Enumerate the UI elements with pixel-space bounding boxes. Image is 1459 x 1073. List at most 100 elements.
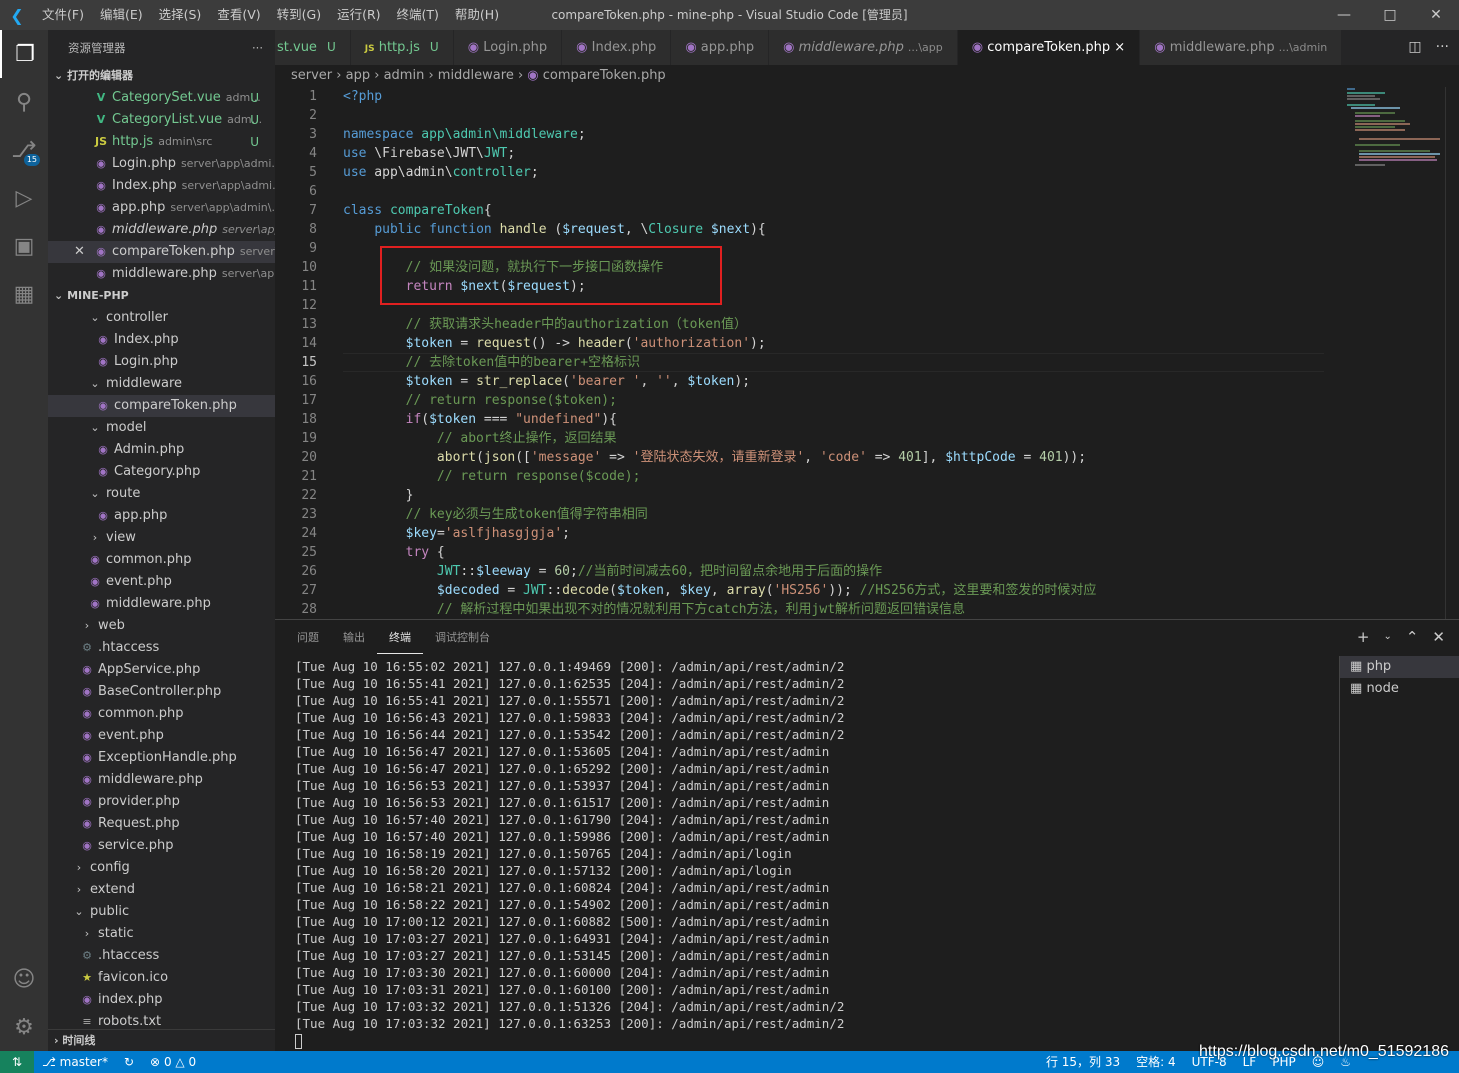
tab-http-js[interactable]: JS http.js U [350, 30, 454, 65]
close-panel-icon[interactable]: ✕ [1432, 628, 1445, 646]
tree-file[interactable]: ◉ Admin.php [48, 439, 275, 461]
indentation[interactable]: 空格: 4 [1128, 1051, 1184, 1073]
code-editor[interactable]: 1 2 3 4 5 6 7 8 9 10 11 12 13 14 15 16 17 18 19 20 21 22 23 24 2… [275, 87, 1459, 619]
tab-comparetoken-php[interactable]: ◉ compareToken.php × [957, 30, 1141, 65]
sync-icon[interactable]: ↻ [116, 1055, 142, 1069]
open-editor-item-active[interactable]: ✕◉ compareToken.php server\... [48, 241, 275, 263]
tree-file[interactable]: ◉ Index.php [48, 329, 275, 351]
tree-folder[interactable]: ⌄ route [48, 483, 275, 505]
split-editor-icon[interactable]: ◫ [1408, 30, 1421, 65]
source-control-icon[interactable]: ⎇ 15 [0, 126, 48, 174]
run-debug-icon[interactable]: ▷ [0, 174, 48, 222]
menu-file[interactable]: 文件(F) [34, 0, 92, 30]
tree-folder[interactable]: ⌄ controller [48, 307, 275, 329]
open-editor-item[interactable]: JS http.js admin\src U [48, 131, 275, 153]
menu-go[interactable]: 转到(G) [269, 0, 329, 30]
tab-debug-console[interactable]: 调试控制台 [423, 620, 502, 656]
tree-file[interactable]: ≡ robots.txt [48, 1011, 275, 1027]
open-editor-item[interactable]: ◉ middleware.php server\app... [48, 263, 275, 285]
new-terminal-icon[interactable]: + [1357, 628, 1370, 646]
extensions-icon[interactable]: ▦ [0, 270, 48, 318]
tree-file[interactable]: ⚙ .htaccess [48, 637, 275, 659]
menu-edit[interactable]: 编辑(E) [92, 0, 151, 30]
tree-folder[interactable]: ⌄ middleware [48, 373, 275, 395]
account-icon[interactable]: ☺ [0, 955, 48, 1003]
tab-middleware-app[interactable]: ◉ middleware.php ...\app [769, 30, 958, 65]
editor-scrollbar[interactable] [1445, 87, 1459, 619]
project-header[interactable]: ⌄ MINE-PHP [48, 285, 275, 307]
search-icon[interactable]: ⚲ [0, 78, 48, 126]
menu-help[interactable]: 帮助(H) [447, 0, 507, 30]
close-icon[interactable]: ✕ [74, 241, 94, 263]
tree-file[interactable]: ◉ middleware.php [48, 769, 275, 791]
terminal-output[interactable]: [Tue Aug 10 16:55:02 2021] 127.0.0.1:494… [295, 658, 844, 1049]
breadcrumb-item[interactable]: app [346, 68, 370, 83]
maximize-icon[interactable]: □ [1367, 0, 1413, 30]
tree-file[interactable]: ◉ event.php [48, 725, 275, 747]
close-tab-icon[interactable]: × [1114, 40, 1125, 55]
tree-folder[interactable]: › web [48, 615, 275, 637]
tree-file[interactable]: ◉ AppService.php [48, 659, 275, 681]
remote-explorer-icon[interactable]: ▣ [0, 222, 48, 270]
tree-folder[interactable]: › view [48, 527, 275, 549]
tree-file[interactable]: ◉ common.php [48, 549, 275, 571]
tab-categorylist-vue[interactable]: st.vue U [275, 30, 351, 65]
minimize-icon[interactable]: — [1321, 0, 1367, 30]
breadcrumb-item[interactable]: admin [384, 68, 425, 83]
remote-icon[interactable]: ⇅ [0, 1051, 34, 1073]
tree-folder[interactable]: ⌄ public [48, 901, 275, 923]
chevron-down-icon[interactable]: ⌄ [1383, 628, 1391, 646]
tree-file[interactable]: ◉ Request.php [48, 813, 275, 835]
menu-view[interactable]: 查看(V) [209, 0, 268, 30]
branch-indicator[interactable]: ⎇ master* [34, 1055, 116, 1069]
tab-problems[interactable]: 问题 [285, 620, 331, 656]
tree-folder[interactable]: › extend [48, 879, 275, 901]
tree-file-selected[interactable]: ◉ compareToken.php [48, 395, 275, 417]
open-editors-header[interactable]: ⌄ 打开的编辑器 [48, 65, 275, 87]
terminal-item[interactable]: ▦ php [1340, 656, 1459, 678]
breadcrumb-item[interactable]: server [291, 68, 332, 83]
more-actions-icon[interactable]: ··· [252, 41, 263, 55]
tree-folder[interactable]: › config [48, 857, 275, 879]
tree-file[interactable]: ◉ app.php [48, 505, 275, 527]
maximize-panel-icon[interactable]: ⌃ [1406, 628, 1419, 646]
problems-indicator[interactable]: ⊗ 0 △ 0 [142, 1055, 204, 1069]
minimap[interactable] [1345, 87, 1445, 177]
tree-file[interactable]: ◉ event.php [48, 571, 275, 593]
tree-file[interactable]: ★ favicon.ico [48, 967, 275, 989]
open-editor-item[interactable]: ◉ Index.php server\app\admi... [48, 175, 275, 197]
tab-output[interactable]: 输出 [331, 620, 377, 656]
tree-file[interactable]: ⚙ .htaccess [48, 945, 275, 967]
breadcrumb-item[interactable]: compareToken.php [543, 68, 666, 83]
menu-selection[interactable]: 选择(S) [151, 0, 210, 30]
tab-app-php[interactable]: ◉ app.php [671, 30, 770, 65]
tree-file[interactable]: ◉ Category.php [48, 461, 275, 483]
open-editor-item[interactable]: V CategorySet.vue adm... U [48, 87, 275, 109]
tree-file[interactable]: ◉ Login.php [48, 351, 275, 373]
open-editor-item[interactable]: V CategoryList.vue adm... U [48, 109, 275, 131]
tree-folder[interactable]: ⌄ model [48, 417, 275, 439]
tab-login-php[interactable]: ◉ Login.php [453, 30, 563, 65]
tree-file[interactable]: ◉ middleware.php [48, 593, 275, 615]
tree-file[interactable]: ◉ index.php [48, 989, 275, 1011]
menu-terminal[interactable]: 终端(T) [389, 0, 447, 30]
open-editor-item[interactable]: ◉ middleware.php server\app [48, 219, 275, 241]
tree-file[interactable]: ◉ provider.php [48, 791, 275, 813]
open-editor-item[interactable]: ◉ app.php server\app\admin\... [48, 197, 275, 219]
tab-terminal[interactable]: 终端 [377, 623, 423, 654]
tree-file[interactable]: ◉ common.php [48, 703, 275, 725]
tab-index-php[interactable]: ◉ Index.php [562, 30, 672, 65]
cursor-position[interactable]: 行 15，列 33 [1038, 1051, 1128, 1073]
timeline-header[interactable]: › 时间线 [48, 1029, 275, 1051]
gear-icon[interactable]: ⚙ [0, 1003, 48, 1051]
explorer-icon[interactable]: ❐ [0, 30, 48, 78]
tab-middleware-admin[interactable]: ◉ middleware.php ...\admin [1140, 30, 1343, 65]
tree-file[interactable]: ◉ ExceptionHandle.php [48, 747, 275, 769]
tree-file[interactable]: ◉ service.php [48, 835, 275, 857]
breadcrumb-item[interactable]: middleware [438, 68, 514, 83]
open-editor-item[interactable]: ◉ Login.php server\app\admi... [48, 153, 275, 175]
more-actions-icon[interactable]: ··· [1436, 30, 1449, 65]
tree-folder[interactable]: › static [48, 923, 275, 945]
tree-file[interactable]: ◉ BaseController.php [48, 681, 275, 703]
menu-run[interactable]: 运行(R) [329, 0, 388, 30]
